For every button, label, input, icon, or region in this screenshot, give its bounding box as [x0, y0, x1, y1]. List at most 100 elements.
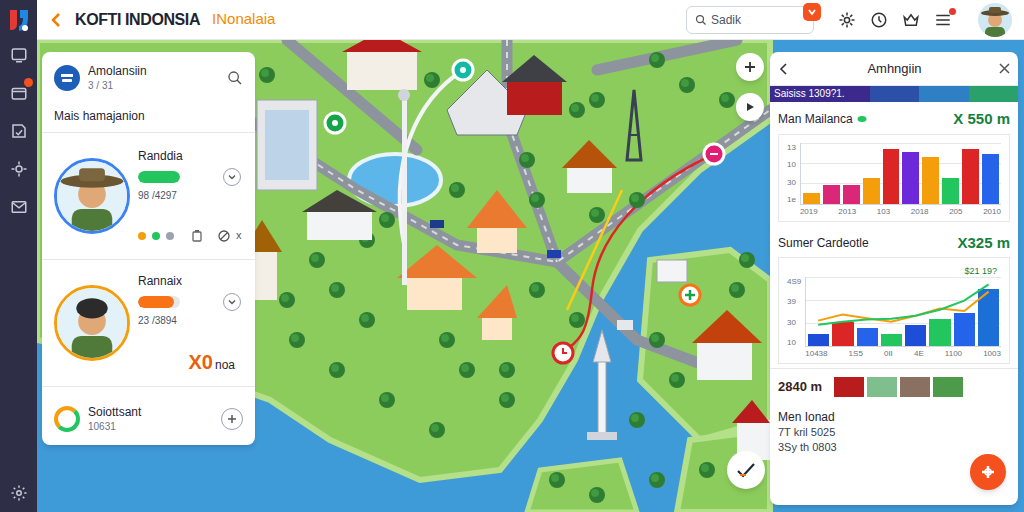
gallery-row: 2840 m — [770, 368, 1018, 405]
chart-line — [818, 284, 988, 324]
right-panel: Amhngiin Saisiss 1309?1. Man MailancaX 5… — [770, 52, 1018, 505]
settings-icon[interactable] — [10, 484, 28, 502]
chart-bar[interactable] — [954, 313, 975, 346]
axis-tick: 10 — [787, 338, 801, 347]
chart-bar[interactable] — [803, 193, 820, 203]
footer-row[interactable]: Soiottsant 10631 — [42, 393, 255, 445]
stat-value: X 550 m — [953, 108, 1010, 131]
chart-bar[interactable] — [832, 322, 853, 346]
axis-tick: 30 — [787, 318, 801, 327]
expand-button[interactable] — [223, 168, 241, 186]
inbox-icon[interactable] — [10, 84, 28, 102]
map-pin[interactable] — [704, 144, 724, 164]
expand-button[interactable] — [223, 293, 241, 311]
person-card[interactable]: Randdia98 /4297x — [42, 133, 255, 260]
back-icon[interactable] — [49, 12, 63, 28]
alert-icon[interactable] — [803, 3, 821, 21]
mail-icon[interactable] — [10, 198, 28, 216]
chart-bar[interactable] — [808, 334, 829, 346]
zoom-in-button[interactable] — [736, 53, 764, 81]
document-icon[interactable] — [10, 122, 28, 140]
search-input[interactable] — [711, 11, 805, 29]
person-card[interactable]: Rannaix23 /3894X0noa — [42, 260, 255, 387]
back-icon[interactable] — [778, 63, 790, 75]
axis-label: 2018 — [911, 207, 929, 217]
left-panel: Amolansiin 3 / 31 Mais hamajanion Randdi… — [42, 52, 255, 445]
stat-label: Man Mailanca — [778, 110, 853, 128]
chart-bar[interactable] — [843, 185, 860, 203]
axis-label: 103 — [877, 207, 890, 217]
axis-tick: 39 — [787, 297, 801, 306]
chart-note: $21 19? — [964, 266, 997, 277]
thumbnail[interactable] — [867, 377, 897, 397]
plus-icon — [980, 464, 996, 480]
chevron-icon — [228, 173, 236, 181]
chart: $21 19?4S9393010104381S50II4E11001003 — [778, 257, 1010, 364]
sidebar — [0, 0, 37, 512]
map-pin[interactable] — [553, 343, 573, 363]
map-pin[interactable] — [680, 285, 700, 305]
map-pin[interactable] — [453, 60, 473, 80]
add-button[interactable] — [221, 408, 243, 430]
chart-bar[interactable] — [929, 319, 950, 346]
location-icon[interactable] — [870, 11, 888, 29]
chart-bar[interactable] — [942, 178, 959, 204]
chart-bar[interactable] — [883, 149, 900, 203]
progress-fill — [138, 296, 174, 308]
chart-bar[interactable] — [857, 328, 878, 346]
chart-bar[interactable] — [902, 152, 919, 204]
user-avatar-icon[interactable] — [978, 3, 1012, 37]
search-icon[interactable] — [227, 70, 243, 86]
search-icon — [695, 14, 707, 26]
thumbnail[interactable] — [933, 377, 963, 397]
play-button[interactable] — [736, 93, 764, 121]
close-icon[interactable] — [999, 63, 1010, 74]
axis-label: 0II — [884, 349, 893, 359]
axis-tick: 1e — [787, 195, 796, 204]
confirm-button[interactable] — [727, 451, 765, 489]
axis-label: 1S5 — [849, 349, 863, 359]
axis-label: 4E — [914, 349, 924, 359]
settings-icon[interactable] — [838, 11, 856, 29]
amount: X0 — [189, 350, 213, 374]
chart-bar[interactable] — [982, 154, 999, 203]
chart-bar[interactable] — [863, 178, 880, 204]
leaf-icon — [857, 115, 867, 123]
plus-icon — [227, 414, 237, 424]
chart-bar[interactable] — [881, 334, 902, 346]
stat-value: X325 m — [957, 232, 1010, 255]
thumbnail[interactable] — [900, 377, 930, 397]
chart-bar[interactable] — [962, 149, 979, 203]
footer-line: 3Sy th 0803 — [778, 440, 1010, 455]
battery-icon — [192, 230, 202, 242]
screen-icon[interactable] — [10, 46, 28, 64]
app-title: KOFTI INDONSIA — [75, 8, 200, 32]
chart-bar[interactable] — [823, 185, 840, 203]
chart-bar[interactable] — [922, 157, 939, 204]
team-icon — [54, 65, 80, 91]
panel-subtitle: 3 / 31 — [88, 79, 219, 92]
gallery-value: 2840 m — [778, 377, 822, 397]
crown-icon[interactable] — [902, 11, 920, 29]
map-pin[interactable] — [325, 113, 345, 133]
stat-label: Sumer Cardeotle — [778, 234, 869, 252]
footer-label: Men Ionad — [778, 409, 1010, 425]
add-fab[interactable] — [970, 454, 1006, 490]
chart-bar[interactable] — [905, 325, 926, 346]
panel-title: Amolansiin — [88, 64, 219, 79]
status-dot — [138, 232, 146, 240]
stat-row: Man Mailanca X 550 m — [778, 108, 1010, 131]
status-ring-icon — [54, 406, 80, 432]
person-avatar-icon — [54, 285, 130, 361]
target-icon[interactable] — [10, 160, 28, 178]
top-bar: KOFTI INDONSIA INonalaia — [37, 0, 1024, 40]
axis-label: 2010 — [983, 207, 1001, 217]
person-avatar-icon — [54, 158, 130, 234]
person-reading: 98 /4297 — [138, 189, 243, 203]
strip-segment: Saisiss 1309?1. — [770, 86, 870, 102]
plus-icon — [744, 61, 756, 73]
logo-icon[interactable] — [6, 6, 32, 34]
footer-name: Soiottsant — [88, 405, 213, 420]
thumbnail[interactable] — [834, 377, 864, 397]
search-box — [686, 6, 814, 34]
